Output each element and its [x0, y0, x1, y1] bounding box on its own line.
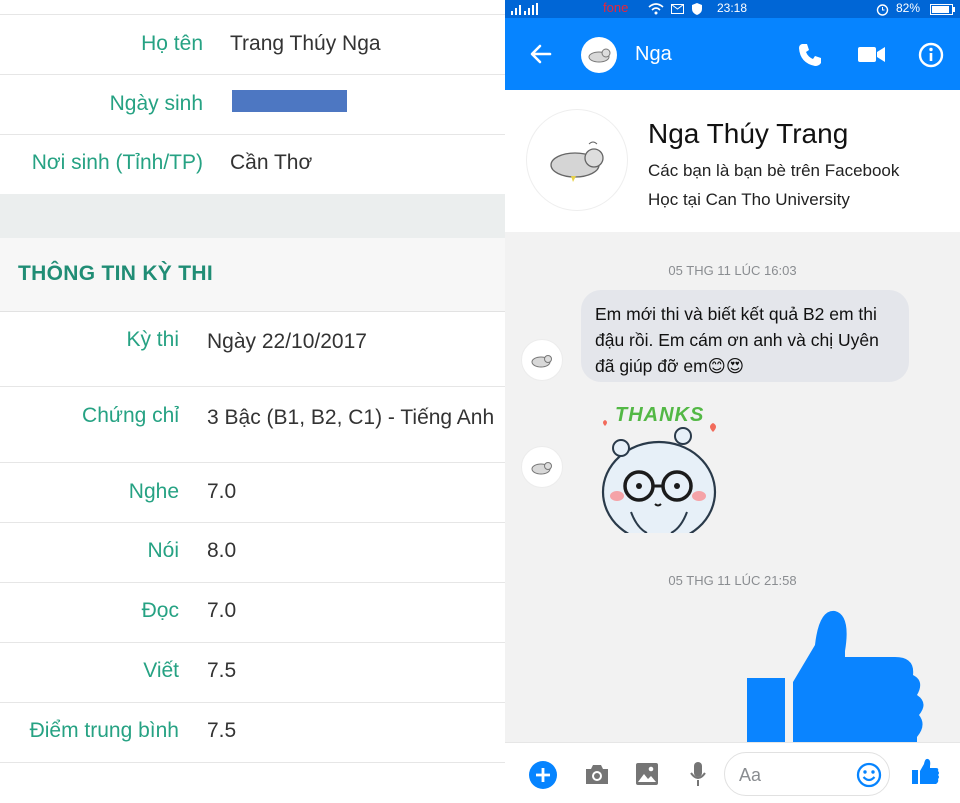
gallery-icon[interactable] [635, 762, 659, 786]
timestamp-1: 05 THG 11 LÚC 16:03 [668, 263, 797, 278]
big-like-icon[interactable] [747, 605, 960, 742]
battery-icon [930, 4, 955, 15]
messenger-panel: fone 23:18 82% Nga Nga Thúy Trang Các bạ… [505, 0, 960, 803]
reading-label: Đọc [141, 599, 179, 622]
alarm-icon [876, 4, 889, 16]
thanks-sticker[interactable]: THANKS [591, 400, 731, 544]
contact-avatar[interactable] [581, 37, 617, 73]
info-icon[interactable] [918, 42, 944, 68]
add-icon[interactable] [528, 760, 558, 790]
section-spacer [0, 194, 505, 238]
friend-status: Các bạn là bạn bè trên Facebook [648, 161, 900, 180]
battery-percent: 82% [896, 1, 921, 15]
contact-name[interactable]: Nga [635, 43, 672, 66]
status-bar: fone 23:18 82% [505, 0, 960, 18]
clock-time: 23:18 [717, 1, 748, 15]
listening-value: 7.0 [207, 480, 237, 503]
row-full-name: Họ tên Trang Thúy Nga [0, 15, 505, 75]
cat-avatar-icon [588, 48, 611, 63]
conversation-app-bar: Nga [505, 18, 960, 90]
camera-icon[interactable] [584, 763, 610, 785]
exam-section-title: THÔNG TIN KỲ THI [18, 262, 213, 285]
exam-section-header: THÔNG TIN KỲ THI [0, 238, 505, 312]
phone-call-icon[interactable] [797, 42, 823, 68]
profile-name: Nga Thúy Trang [648, 118, 849, 149]
average-value: 7.5 [207, 719, 237, 742]
shield-icon [692, 3, 702, 15]
sender-avatar[interactable] [521, 339, 563, 381]
certificate-value: 3 Bậc (B1, B2, C1) - Tiếng Anh [207, 406, 495, 429]
listening-label: Nghe [128, 480, 179, 503]
speaking-value: 8.0 [207, 539, 237, 562]
row-average: Điểm trung bình 7.5 [0, 703, 505, 763]
row-speaking: Nói 8.0 [0, 523, 505, 583]
birth-place-label: Nơi sinh (Tỉnh/TP) [31, 151, 203, 174]
exam-date-label: Kỳ thi [126, 328, 179, 351]
message-composer: Aa [505, 742, 960, 803]
certificate-label: Chứng chỉ [82, 404, 179, 427]
birth-place-value: Cần Thơ [230, 151, 313, 174]
reading-value: 7.0 [207, 599, 237, 622]
row-writing: Viết 7.5 [0, 643, 505, 703]
microphone-icon[interactable] [690, 761, 706, 787]
back-arrow-icon[interactable] [530, 43, 552, 65]
message-bubble[interactable]: Em mới thi và biết kết quả B2 em thi đậu… [581, 290, 909, 382]
row-reading: Đọc 7.0 [0, 583, 505, 643]
exam-date-value: Ngày 22/10/2017 [207, 330, 367, 353]
writing-value: 7.5 [207, 659, 237, 682]
message-input[interactable]: Aa [724, 752, 890, 796]
emoji-icon[interactable] [856, 762, 882, 788]
cat-avatar-icon [550, 141, 604, 182]
full-name-value: Trang Thúy Nga [230, 32, 381, 55]
message-input-placeholder: Aa [739, 765, 762, 785]
birth-date-label: Ngày sinh [109, 92, 203, 115]
carrier-label: fone [603, 0, 629, 15]
education-info: Học tại Can Tho University [648, 190, 850, 209]
signal-icon [511, 3, 538, 15]
row-certificate: Chứng chỉ 3 Bậc (B1, B2, C1) - Tiếng Anh [0, 387, 505, 463]
exam-result-panel: Họ tên Trang Thúy Nga Ngày sinh Nơi sinh… [0, 0, 505, 803]
birth-date-redaction [232, 90, 347, 112]
like-button-icon[interactable] [911, 758, 939, 786]
conversation-header: Nga Thúy Trang Các bạn là bạn bè trên Fa… [505, 90, 960, 232]
average-label: Điểm trung bình [29, 719, 179, 742]
row-listening: Nghe 7.0 [0, 463, 505, 523]
row-exam-date: Kỳ thi Ngày 22/10/2017 [0, 312, 505, 387]
sender-avatar[interactable] [521, 446, 563, 488]
sticker-text: THANKS [615, 404, 705, 426]
cat-avatar-icon [531, 355, 552, 368]
mail-icon [671, 4, 684, 14]
cat-avatar-icon [531, 462, 552, 475]
timestamp-2: 05 THG 11 LÚC 21:58 [668, 573, 797, 588]
writing-label: Viết [143, 659, 179, 682]
profile-avatar[interactable] [527, 110, 627, 210]
speaking-label: Nói [147, 539, 179, 562]
row-top-cut [0, 0, 505, 15]
video-call-icon[interactable] [858, 45, 886, 65]
row-birth-place: Nơi sinh (Tỉnh/TP) Cần Thơ [0, 135, 505, 194]
full-name-label: Họ tên [141, 32, 203, 55]
wifi-icon [648, 3, 664, 15]
